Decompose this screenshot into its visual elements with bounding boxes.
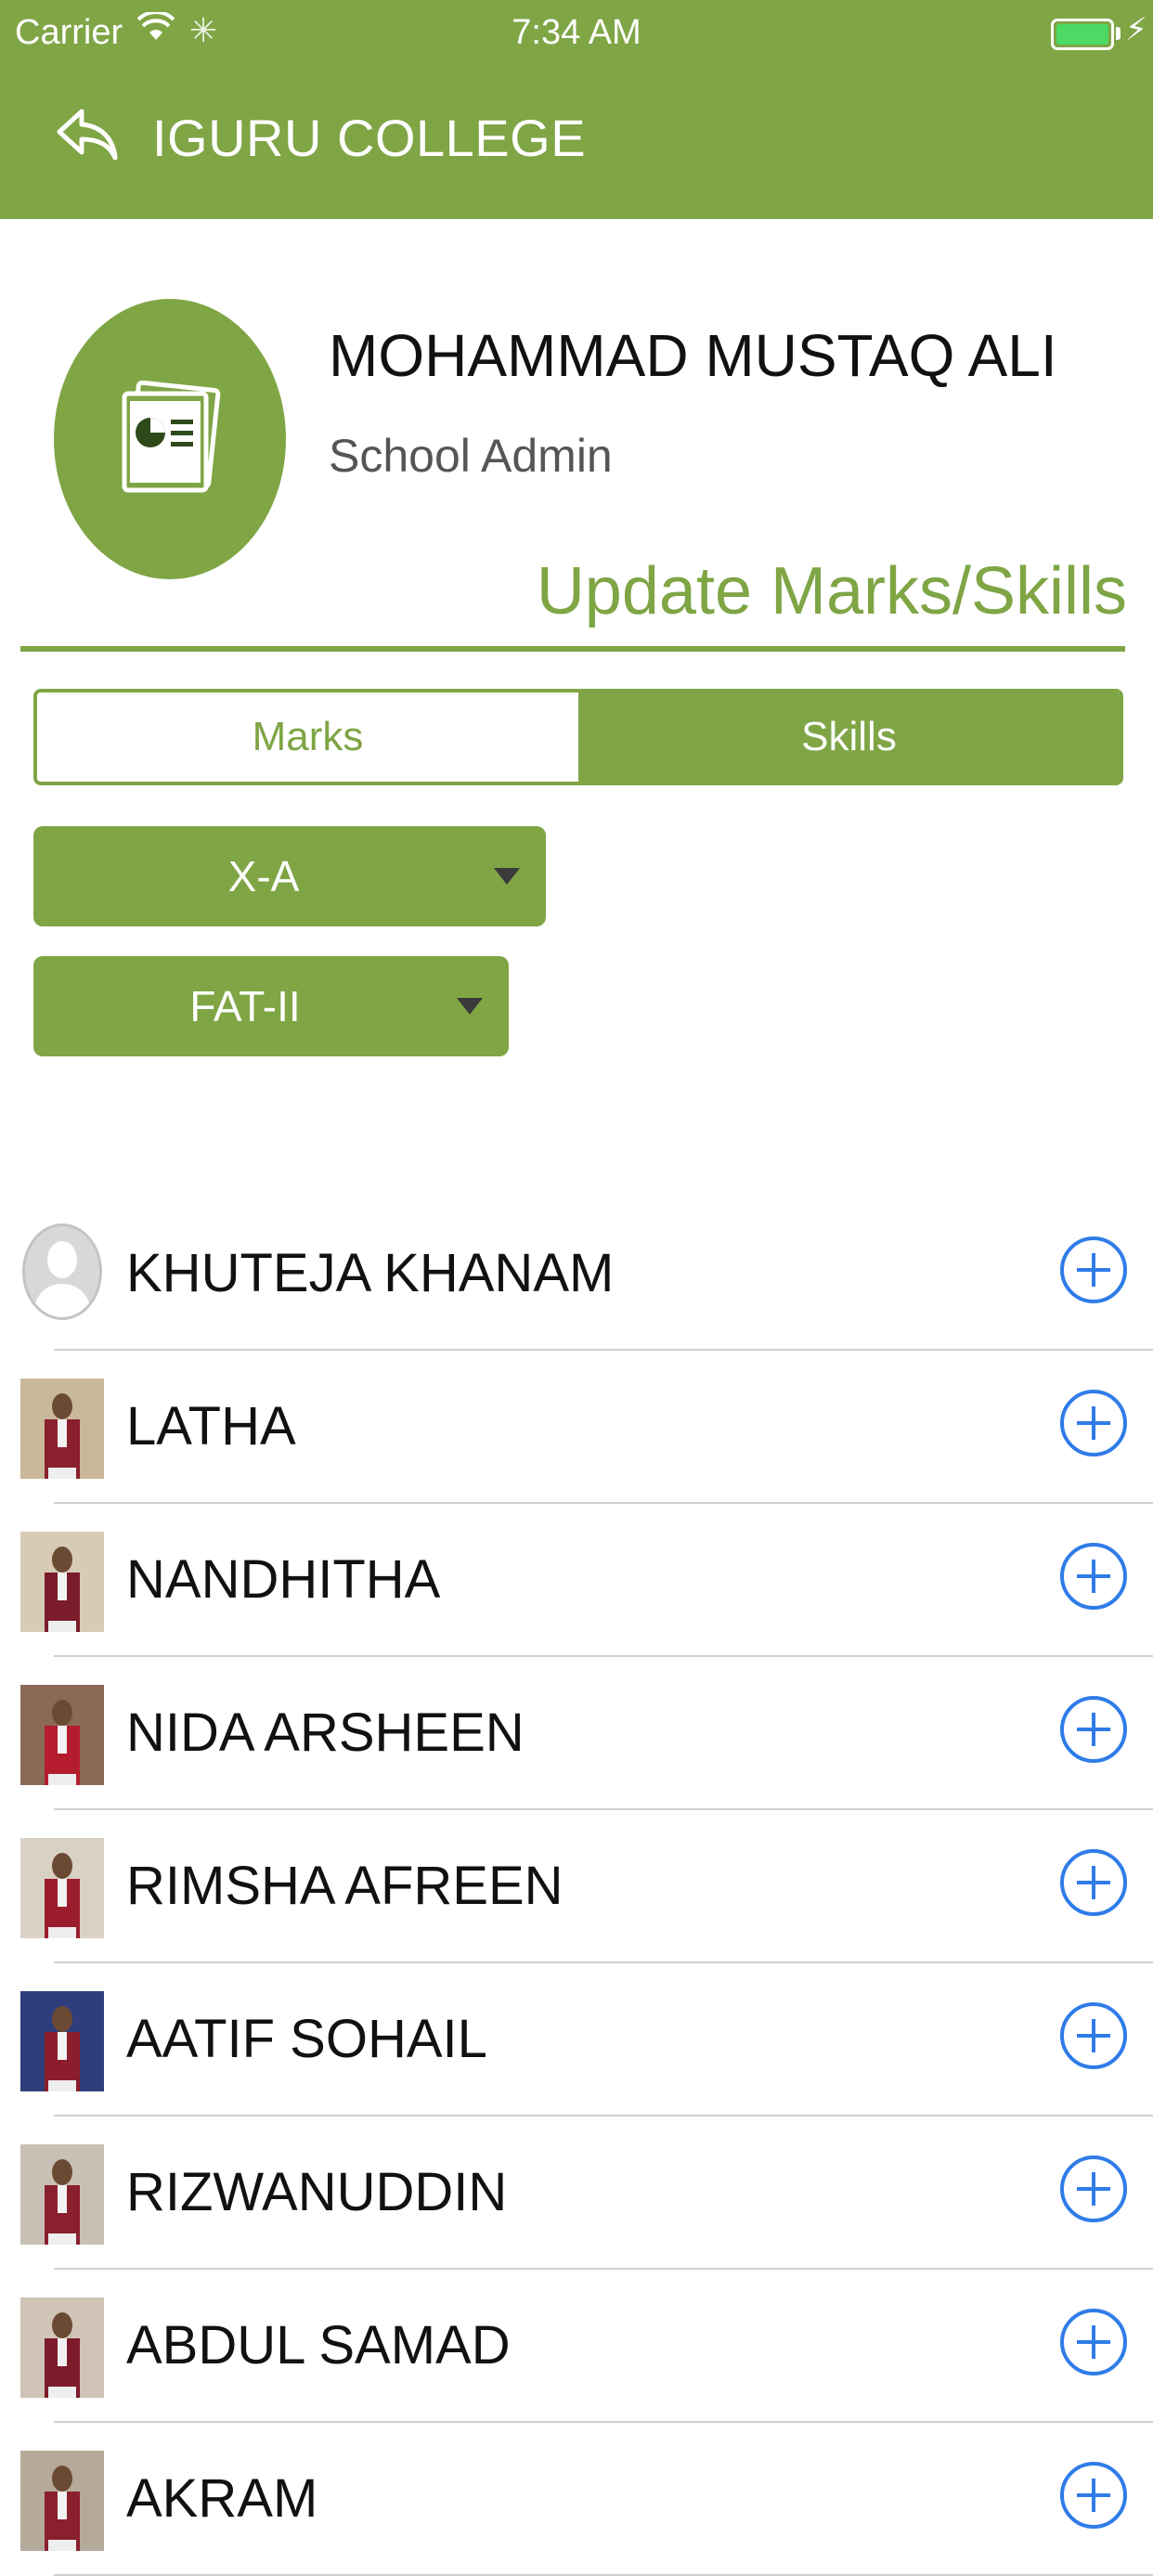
student-name: NIDA ARSHEEN (126, 1702, 525, 1763)
add-circle-icon[interactable] (1060, 2462, 1127, 2529)
battery-icon (1051, 19, 1114, 50)
student-photo (20, 1685, 104, 1785)
add-circle-icon[interactable] (1060, 1236, 1127, 1303)
student-name: AATIF SOHAIL (126, 2009, 487, 2069)
dropdown-arrow-icon (494, 868, 520, 885)
student-row[interactable]: AKRAM (0, 2423, 1153, 2576)
student-row[interactable]: RIZWANUDDIN (0, 2116, 1153, 2270)
add-circle-icon[interactable] (1060, 1390, 1127, 1456)
heading-divider (20, 646, 1125, 652)
report-document-icon (122, 381, 221, 493)
marks-skills-toggle: Marks Skills (33, 689, 1123, 785)
student-name: NANDHITHA (126, 1549, 441, 1610)
student-row[interactable]: KHUTEJA KHANAM (0, 1197, 1153, 1351)
class-dropdown-value: X-A (227, 852, 300, 900)
exam-dropdown-value: FAT-II (189, 982, 301, 1030)
student-row[interactable]: AATIF SOHAIL (0, 1963, 1153, 2116)
page-title: Update Marks/Skills (536, 554, 1127, 628)
add-circle-icon[interactable] (1060, 2002, 1127, 2069)
charging-bolt-icon: ⚡ (1125, 12, 1147, 47)
student-name: RIMSHA AFREEN (126, 1856, 564, 1916)
student-name: RIZWANUDDIN (126, 2162, 508, 2222)
student-avatar-placeholder-icon (22, 1223, 102, 1320)
student-photo (20, 2298, 104, 2398)
student-name: LATHA (126, 1396, 296, 1456)
status-time: 7:34 AM (512, 13, 641, 52)
student-photo (20, 1991, 104, 2091)
student-name: KHUTEJA KHANAM (126, 1243, 615, 1303)
class-dropdown[interactable]: X-A (33, 826, 546, 926)
student-row[interactable]: NANDHITHA (0, 1504, 1153, 1657)
student-photo (20, 2451, 104, 2551)
back-reply-arrow-icon[interactable] (54, 104, 121, 165)
student-photo (20, 1532, 104, 1632)
tab-marks[interactable]: Marks (37, 693, 578, 782)
tab-skills[interactable]: Skills (578, 693, 1120, 782)
user-name: MOHAMMAD MUSTAQ ALI (329, 322, 1057, 389)
student-photo (20, 2144, 104, 2245)
profile-avatar (54, 299, 286, 579)
user-role: School Admin (329, 430, 613, 482)
student-row[interactable]: RIMSHA AFREEN (0, 1810, 1153, 1963)
add-circle-icon[interactable] (1060, 1696, 1127, 1763)
dropdown-arrow-icon (457, 998, 483, 1015)
add-circle-icon[interactable] (1060, 1543, 1127, 1610)
app-header: Carrier ✳ 7:34 AM ⚡ IGURU COLLEGE (0, 0, 1153, 219)
add-circle-icon[interactable] (1060, 1849, 1127, 1916)
add-circle-icon[interactable] (1060, 2155, 1127, 2222)
exam-dropdown[interactable]: FAT-II (33, 956, 509, 1056)
battery-tip (1116, 27, 1121, 40)
student-row[interactable]: ABDUL SAMAD (0, 2270, 1153, 2423)
student-name: ABDUL SAMAD (126, 2315, 511, 2375)
student-row[interactable]: NIDA ARSHEEN (0, 1657, 1153, 1810)
status-bar: Carrier ✳ 7:34 AM ⚡ (0, 0, 1153, 72)
app-title: IGURU COLLEGE (152, 109, 587, 167)
student-name: AKRAM (126, 2468, 318, 2529)
student-list: KHUTEJA KHANAM LATHA NANDHITHA NIDA ARSHEEN… (0, 1197, 1153, 2576)
add-circle-icon[interactable] (1060, 2309, 1127, 2375)
student-photo (20, 1379, 104, 1479)
student-row[interactable]: LATHA (0, 1351, 1153, 1504)
student-photo (20, 1838, 104, 1938)
